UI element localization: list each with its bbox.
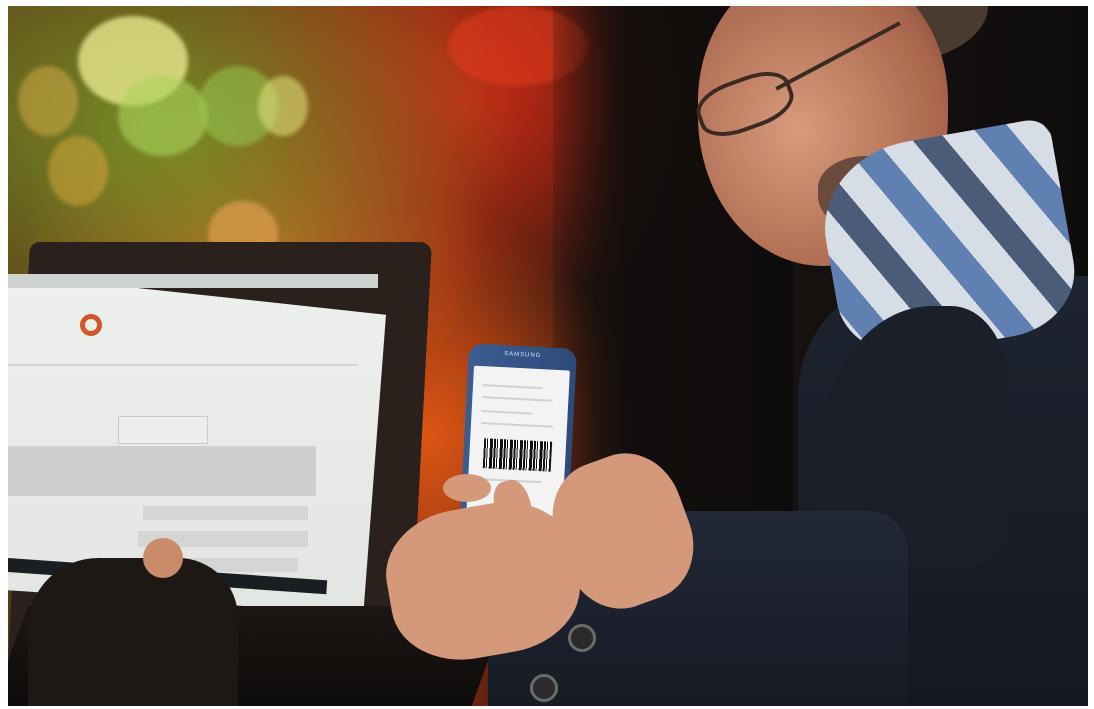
bokeh-light	[258, 76, 308, 136]
barcode-icon	[482, 438, 553, 472]
left-person-finger	[143, 538, 183, 578]
website-logo-icon	[80, 314, 102, 336]
bokeh-light	[18, 66, 78, 136]
screen-header-bar	[8, 274, 378, 288]
thumb	[443, 474, 491, 502]
screen-divider	[8, 364, 358, 366]
photo-frame: SAMSUNG	[8, 6, 1088, 706]
phone-text-line	[480, 422, 554, 428]
screen-row	[143, 506, 308, 520]
screen-button-bar	[8, 446, 316, 496]
bokeh-light	[48, 136, 108, 206]
phone-text-line	[482, 396, 553, 402]
screen-input-field	[118, 416, 208, 444]
coat-button	[568, 624, 596, 652]
phone-brand-label: SAMSUNG	[503, 351, 542, 360]
phone-text-line	[481, 410, 532, 415]
phone-text-line	[482, 384, 544, 390]
bokeh-light	[118, 76, 208, 156]
left-person-sleeve	[28, 558, 238, 706]
coat-button	[530, 674, 558, 702]
